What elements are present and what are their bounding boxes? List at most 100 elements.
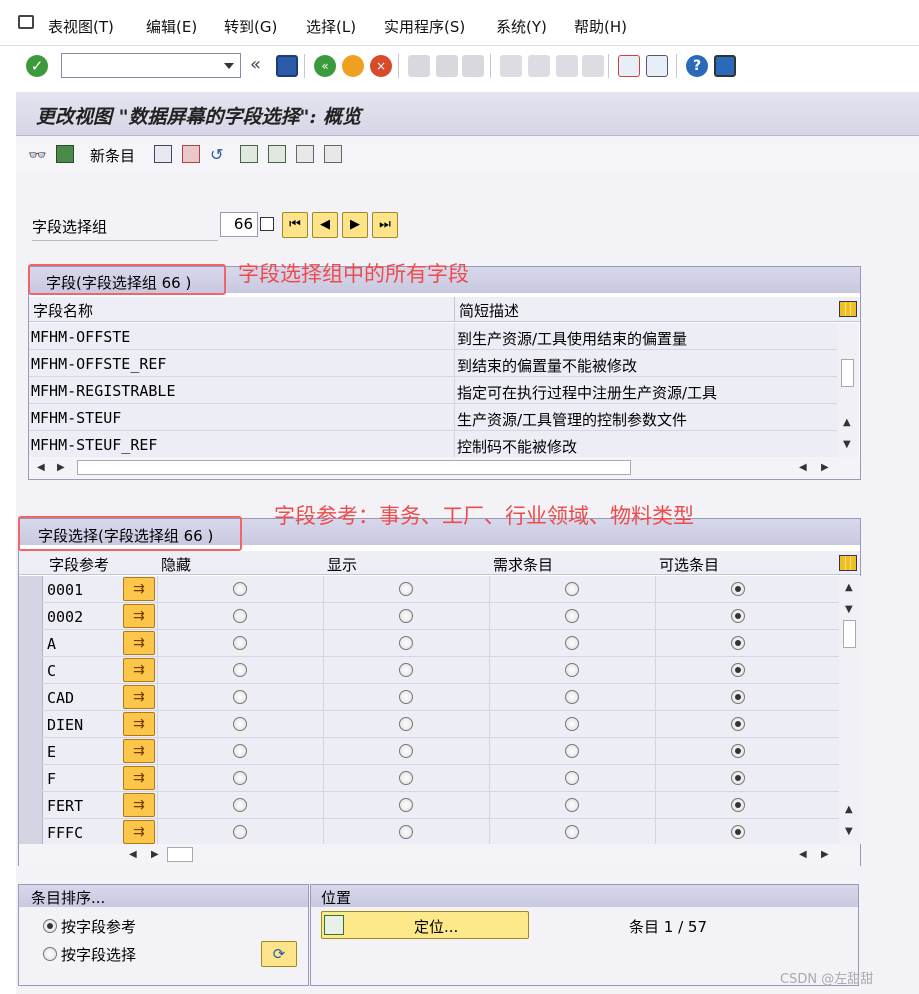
copy-as-icon[interactable] xyxy=(154,145,172,163)
hidden-radio[interactable] xyxy=(233,636,247,650)
assign-detail-icon[interactable]: ⇉ xyxy=(123,577,155,601)
display-radio[interactable] xyxy=(399,690,413,704)
optional-entry-radio[interactable] xyxy=(731,825,745,839)
table-row[interactable]: MFHM-STEUF 生产资源/工具管理的控制参数文件 xyxy=(29,404,837,431)
column-required-entry[interactable]: 需求条目 xyxy=(493,554,553,575)
display-radio[interactable] xyxy=(399,771,413,785)
scroll-thumb[interactable] xyxy=(841,359,854,387)
deselect-all-icon[interactable] xyxy=(296,145,314,163)
save-icon[interactable] xyxy=(276,55,298,77)
print-icon[interactable] xyxy=(408,55,430,77)
next-entry-button[interactable]: ▶ xyxy=(342,212,368,238)
required-entry-radio[interactable] xyxy=(565,663,579,677)
optional-entry-radio[interactable] xyxy=(731,717,745,731)
position-button[interactable]: 定位... xyxy=(321,911,529,939)
optional-entry-radio[interactable] xyxy=(731,771,745,785)
new-entries-button[interactable]: 新条目 xyxy=(90,145,135,166)
command-field[interactable] xyxy=(61,53,241,78)
table-row[interactable]: FERT ⇉ xyxy=(19,792,839,819)
display-radio[interactable] xyxy=(399,717,413,731)
row-selector[interactable] xyxy=(19,684,43,710)
required-entry-radio[interactable] xyxy=(565,798,579,812)
find-next-icon[interactable] xyxy=(462,55,484,77)
help-icon[interactable]: ? xyxy=(686,55,708,77)
previous-page-icon[interactable] xyxy=(528,55,550,77)
undo-change-icon[interactable]: ↺ xyxy=(210,145,228,164)
scroll-left-icon[interactable]: ◀ xyxy=(799,462,807,473)
column-hidden[interactable]: 隐藏 xyxy=(161,554,191,575)
selection-vertical-scrollbar[interactable]: ▲ ▼ ▲ ▼ xyxy=(839,576,861,844)
optional-entry-radio[interactable] xyxy=(731,663,745,677)
scroll-up-icon[interactable]: ▲ xyxy=(845,804,853,815)
optional-entry-radio[interactable] xyxy=(731,744,745,758)
row-selector[interactable] xyxy=(19,603,43,629)
refresh-sort-icon[interactable]: ⟳ xyxy=(261,941,297,967)
required-entry-radio[interactable] xyxy=(565,744,579,758)
optional-entry-radio[interactable] xyxy=(731,636,745,650)
display-radio[interactable] xyxy=(399,744,413,758)
menu-help[interactable]: 帮助(H) xyxy=(574,16,627,37)
assign-detail-icon[interactable]: ⇉ xyxy=(123,604,155,628)
menu-system[interactable]: 系统(Y) xyxy=(496,16,547,37)
display-radio[interactable] xyxy=(399,582,413,596)
hscroll-thumb[interactable] xyxy=(77,460,631,475)
required-entry-radio[interactable] xyxy=(565,609,579,623)
menu-selection[interactable]: 选择(L) xyxy=(306,16,356,37)
column-field-reference[interactable]: 字段参考 xyxy=(49,554,109,575)
required-entry-radio[interactable] xyxy=(565,636,579,650)
table-settings-icon[interactable] xyxy=(839,555,857,571)
table-row[interactable]: 0002 ⇉ xyxy=(19,603,839,630)
scroll-up-icon[interactable]: ▲ xyxy=(845,582,853,593)
shortcut-icon[interactable] xyxy=(646,55,668,77)
previous-entry-button[interactable]: ◀ xyxy=(312,212,338,238)
required-entry-radio[interactable] xyxy=(565,717,579,731)
display-radio[interactable] xyxy=(399,636,413,650)
required-entry-radio[interactable] xyxy=(565,771,579,785)
menu-icon[interactable] xyxy=(18,15,34,29)
display-radio[interactable] xyxy=(399,798,413,812)
optional-entry-radio[interactable] xyxy=(731,582,745,596)
table-row[interactable]: MFHM-OFFSTE_REF 到结束的偏置量不能被修改 xyxy=(29,350,837,377)
assign-detail-icon[interactable]: ⇉ xyxy=(123,820,155,844)
first-entry-button[interactable]: ⏮ xyxy=(282,212,308,238)
table-row[interactable]: F ⇉ xyxy=(19,765,839,792)
required-entry-radio[interactable] xyxy=(565,690,579,704)
hidden-radio[interactable] xyxy=(233,690,247,704)
hidden-radio[interactable] xyxy=(233,744,247,758)
column-field-name[interactable]: 字段名称 xyxy=(33,300,93,321)
assign-detail-icon[interactable]: ⇉ xyxy=(123,739,155,763)
scroll-right-icon[interactable]: ▶ xyxy=(151,849,159,860)
assign-detail-icon[interactable]: ⇉ xyxy=(123,793,155,817)
menu-table-view[interactable]: 表视图(T) xyxy=(48,16,114,37)
scroll-down-icon[interactable]: ▼ xyxy=(843,439,851,450)
optional-entry-radio[interactable] xyxy=(731,609,745,623)
scroll-right-icon[interactable]: ▶ xyxy=(57,462,65,473)
assign-detail-icon[interactable]: ⇉ xyxy=(123,766,155,790)
select-block-icon[interactable] xyxy=(268,145,286,163)
table-row[interactable]: E ⇉ xyxy=(19,738,839,765)
scroll-right-icon[interactable]: ▶ xyxy=(821,462,829,473)
scroll-left-icon[interactable]: ◀ xyxy=(129,849,137,860)
table-row[interactable]: MFHM-OFFSTE 到生产资源/工具使用结束的偏置量 xyxy=(29,323,837,350)
table-row[interactable]: MFHM-STEUF_REF 控制码不能被修改 xyxy=(29,431,837,458)
fields-horizontal-scrollbar[interactable]: ◀ ▶ ◀ ▶ xyxy=(29,457,860,479)
scroll-down-icon[interactable]: ▼ xyxy=(845,826,853,837)
new-session-icon[interactable] xyxy=(618,55,640,77)
column-optional-entry[interactable]: 可选条目 xyxy=(659,554,719,575)
selection-horizontal-scrollbar[interactable]: ◀ ▶ ◀ ▶ xyxy=(19,844,860,866)
table-row[interactable]: FFFC ⇉ xyxy=(19,819,839,846)
menu-goto[interactable]: 转到(G) xyxy=(224,16,277,37)
value-help-icon[interactable] xyxy=(260,217,274,231)
required-entry-radio[interactable] xyxy=(565,582,579,596)
sort-by-field-reference-radio[interactable] xyxy=(43,919,57,933)
hidden-radio[interactable] xyxy=(233,582,247,596)
table-row[interactable]: MFHM-REGISTRABLE 指定可在执行过程中注册生产资源/工具 xyxy=(29,377,837,404)
hscroll-thumb[interactable] xyxy=(167,847,193,862)
column-short-description[interactable]: 简短描述 xyxy=(459,300,519,321)
hidden-radio[interactable] xyxy=(233,825,247,839)
required-entry-radio[interactable] xyxy=(565,825,579,839)
assign-detail-icon[interactable]: ⇉ xyxy=(123,631,155,655)
display-radio[interactable] xyxy=(399,663,413,677)
scroll-left-icon[interactable]: ◀ xyxy=(799,849,807,860)
next-page-icon[interactable] xyxy=(556,55,578,77)
